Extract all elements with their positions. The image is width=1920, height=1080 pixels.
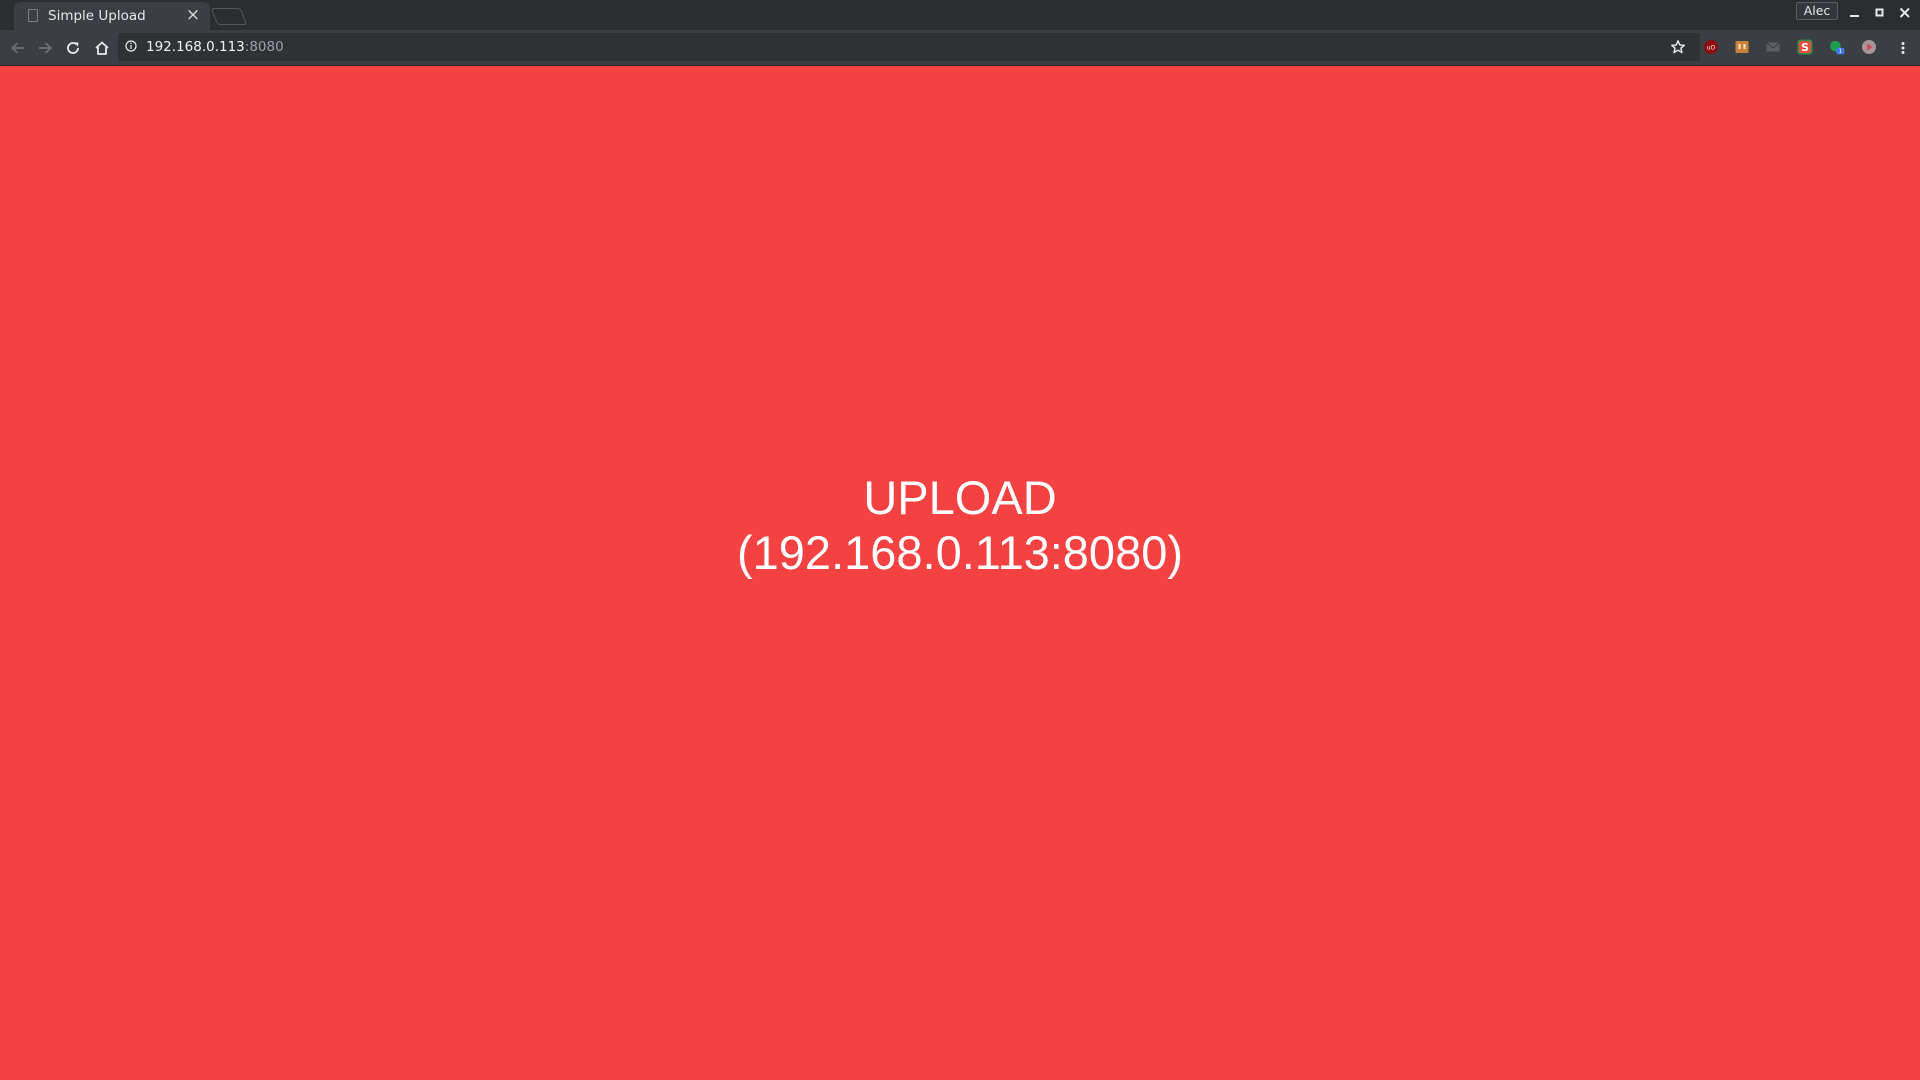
extension-brown-icon[interactable] — [1733, 38, 1751, 56]
svg-text:uO: uO — [1707, 45, 1716, 52]
new-tab-button[interactable] — [210, 8, 248, 25]
home-icon[interactable] — [90, 36, 114, 60]
profile-button[interactable]: Alec — [1796, 2, 1838, 20]
back-arrow-icon[interactable] — [6, 36, 30, 60]
url-host: 192.168.0.113 — [146, 39, 245, 55]
upload-label: UPLOAD (192.168.0.113:8080) — [737, 470, 1183, 580]
extension-play-icon[interactable] — [1860, 38, 1878, 56]
extension-green-badge-icon[interactable]: 1 — [1828, 38, 1846, 56]
browser-window: Simple Upload × Alec 192.168.0.113:8080 … — [0, 0, 1920, 1080]
browser-toolbar: 192.168.0.113:8080 uO S 1 — [0, 30, 1920, 66]
mail-icon[interactable] — [1764, 38, 1782, 56]
tab-strip: Simple Upload × Alec — [0, 0, 1920, 30]
tab-simple-upload[interactable]: Simple Upload × — [14, 2, 210, 30]
upload-dropzone[interactable]: UPLOAD (192.168.0.113:8080) — [0, 66, 1920, 1080]
forward-arrow-icon[interactable] — [33, 36, 57, 60]
svg-text:S: S — [1801, 41, 1809, 54]
star-icon[interactable] — [1666, 35, 1690, 59]
url-port: :8080 — [244, 39, 284, 55]
document-icon — [28, 9, 38, 22]
upload-title: UPLOAD — [863, 471, 1057, 524]
extension-badge: 1 — [1838, 49, 1842, 55]
extension-s-icon[interactable]: S — [1796, 38, 1814, 56]
url-text[interactable]: 192.168.0.113:8080 — [146, 39, 284, 55]
page-content: UPLOAD (192.168.0.113:8080) — [0, 66, 1920, 1080]
reload-icon[interactable] — [61, 36, 85, 60]
address-bar[interactable]: 192.168.0.113:8080 — [118, 33, 1700, 61]
maximize-icon[interactable] — [1870, 3, 1890, 23]
info-icon[interactable] — [125, 40, 137, 52]
ublock-icon[interactable]: uO — [1702, 38, 1720, 56]
kebab-menu-icon[interactable] — [1891, 36, 1915, 60]
minimize-icon[interactable] — [1845, 3, 1865, 23]
upload-address: (192.168.0.113:8080) — [737, 526, 1183, 579]
tab-close-icon[interactable]: × — [184, 6, 202, 24]
close-icon[interactable] — [1895, 3, 1915, 23]
tab-title: Simple Upload — [48, 8, 146, 24]
